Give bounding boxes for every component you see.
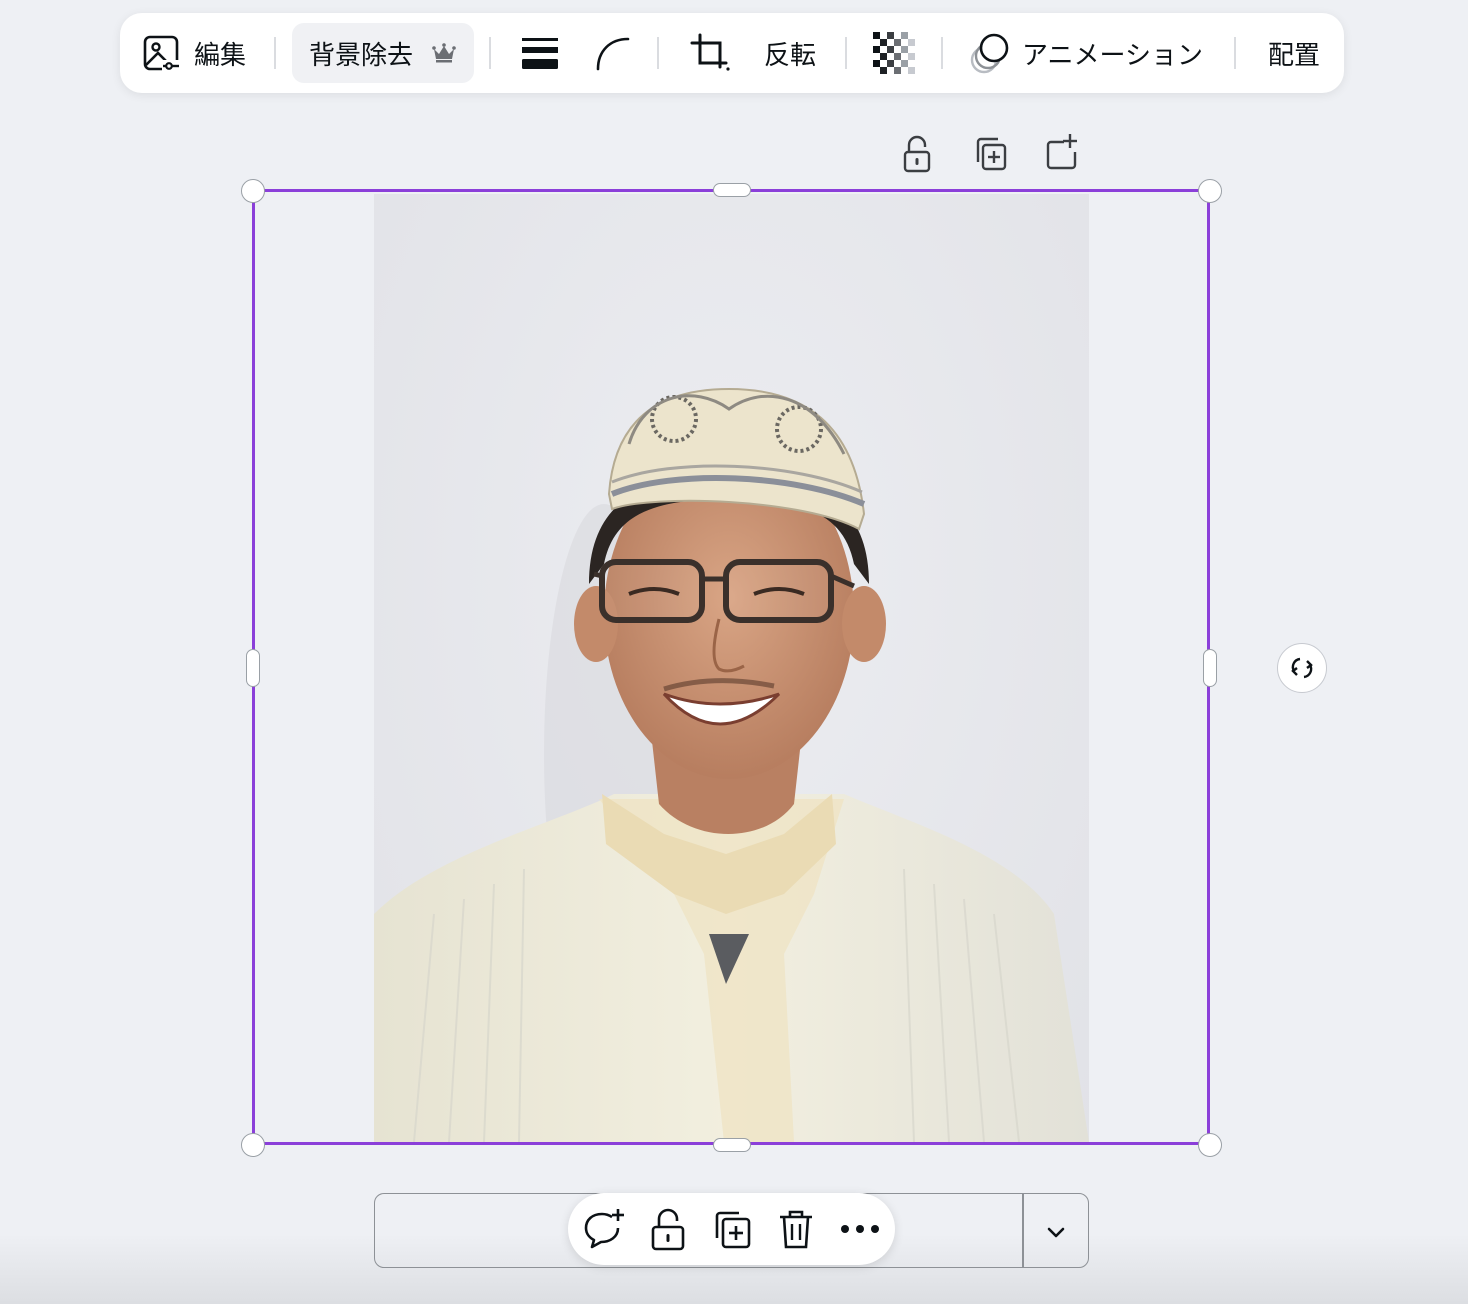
resize-handle-right[interactable] [1203, 649, 1217, 687]
page-bar-divider [1022, 1194, 1024, 1267]
crown-icon [432, 43, 456, 63]
resize-handle-bottom-left[interactable] [241, 1133, 265, 1157]
trash-icon [780, 1210, 812, 1249]
resize-handle-top-right[interactable] [1198, 179, 1222, 203]
context-action-bar [568, 1193, 895, 1265]
corner-rounding-button[interactable] [584, 23, 640, 83]
duplicate-button[interactable] [708, 1205, 756, 1253]
image-edit-icon [143, 35, 182, 73]
add-page-button[interactable] [1042, 132, 1082, 172]
duplicate-element-button[interactable] [970, 134, 1010, 174]
expand-button[interactable] [1040, 1216, 1072, 1248]
duplicate-icon [715, 1211, 751, 1249]
unlock-icon [651, 1208, 685, 1251]
toolbar-divider [845, 37, 847, 69]
toolbar-divider [941, 37, 943, 69]
object-toolbar: 編集 背景除去 反転 アニメーション 配置 [120, 13, 1344, 93]
crop-button[interactable] [680, 23, 740, 83]
more-options-button[interactable] [836, 1205, 884, 1253]
background-remover-label: 背景除去 [308, 40, 413, 71]
resize-handle-top-left[interactable] [241, 179, 265, 203]
duplicate-icon [976, 137, 1007, 171]
corner-rounding-icon [596, 37, 630, 71]
border-style-icon [522, 38, 558, 69]
position-button[interactable]: 配置 [1254, 23, 1334, 83]
resize-handle-top[interactable] [713, 183, 751, 197]
selection-frame [252, 189, 1210, 1145]
animation-icon [970, 33, 1009, 74]
crop-icon [690, 33, 730, 71]
transparency-checker-icon [873, 32, 915, 74]
add-comment-button[interactable] [580, 1205, 628, 1253]
animation-button[interactable]: アニメーション [966, 23, 1210, 83]
transparency-button[interactable] [866, 23, 922, 83]
rotate-icon [1291, 657, 1313, 679]
flip-label: 反転 [763, 40, 816, 71]
add-page-icon [1046, 134, 1077, 170]
toolbar-divider [1234, 37, 1236, 69]
add-comment-icon [584, 1209, 624, 1249]
resize-handle-left[interactable] [246, 649, 260, 687]
toolbar-divider [489, 37, 491, 69]
unlock-icon [903, 135, 931, 173]
chevron-down-icon [1047, 1227, 1065, 1238]
rotate-button[interactable] [1277, 643, 1327, 693]
flip-button[interactable]: 反転 [750, 23, 830, 83]
border-style-button[interactable] [512, 23, 568, 83]
animation-label: アニメーション [1022, 40, 1203, 71]
resize-handle-bottom-right[interactable] [1198, 1133, 1222, 1157]
position-label: 配置 [1267, 40, 1320, 71]
toolbar-divider [274, 37, 276, 69]
lock-element-button[interactable] [897, 134, 937, 174]
lock-button[interactable] [644, 1205, 692, 1253]
resize-handle-bottom[interactable] [713, 1138, 751, 1152]
edit-image-button[interactable]: 編集 [134, 23, 254, 83]
toolbar-divider [657, 37, 659, 69]
background-remover-button[interactable]: 背景除去 [292, 23, 474, 83]
more-icon [841, 1225, 879, 1233]
edit-label: 編集 [193, 40, 246, 71]
delete-button[interactable] [772, 1205, 820, 1253]
